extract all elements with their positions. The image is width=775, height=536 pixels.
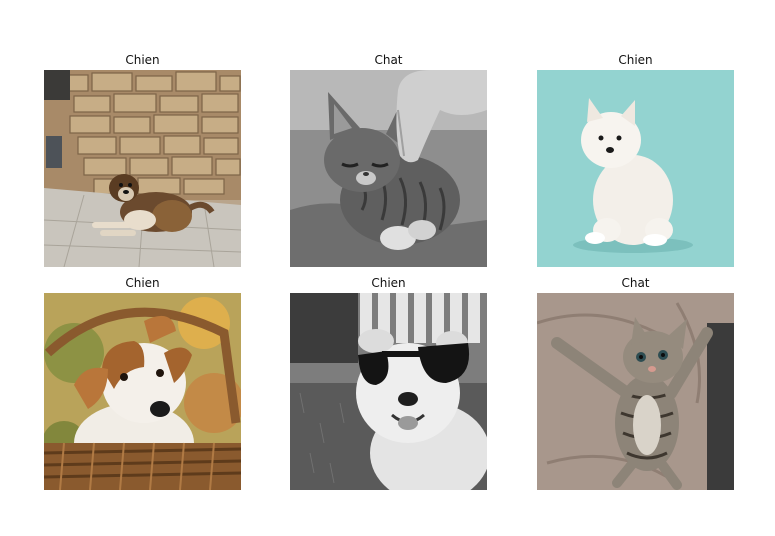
white-puppy-illustration [537,70,734,267]
panel-2-title: Chat [374,53,403,67]
kitten-on-blanket-illustration [537,293,734,490]
panel-1-dog-photo [44,70,241,267]
panel-5-dog-photo [290,293,487,490]
panel-6-title: Chat [621,276,650,290]
dog-with-sunglasses-illustration [290,293,487,490]
panel-4-title: Chien [125,276,160,290]
panel-3-title: Chien [618,53,653,67]
panel-6-cat-photo [537,293,734,490]
panel-4-dog-photo [44,293,241,490]
puppy-in-basket-illustration [44,293,241,490]
panel-1-title: Chien [125,53,160,67]
panel-3-dog-photo [537,70,734,267]
panel-2-cat-photo [290,70,487,267]
kitten-with-hand-illustration [290,70,487,267]
image-grid-figure: Chien Chat Chien Chien Chien Chat [0,0,775,536]
dog-on-pavement-illustration [44,70,241,267]
panel-5-title: Chien [371,276,406,290]
